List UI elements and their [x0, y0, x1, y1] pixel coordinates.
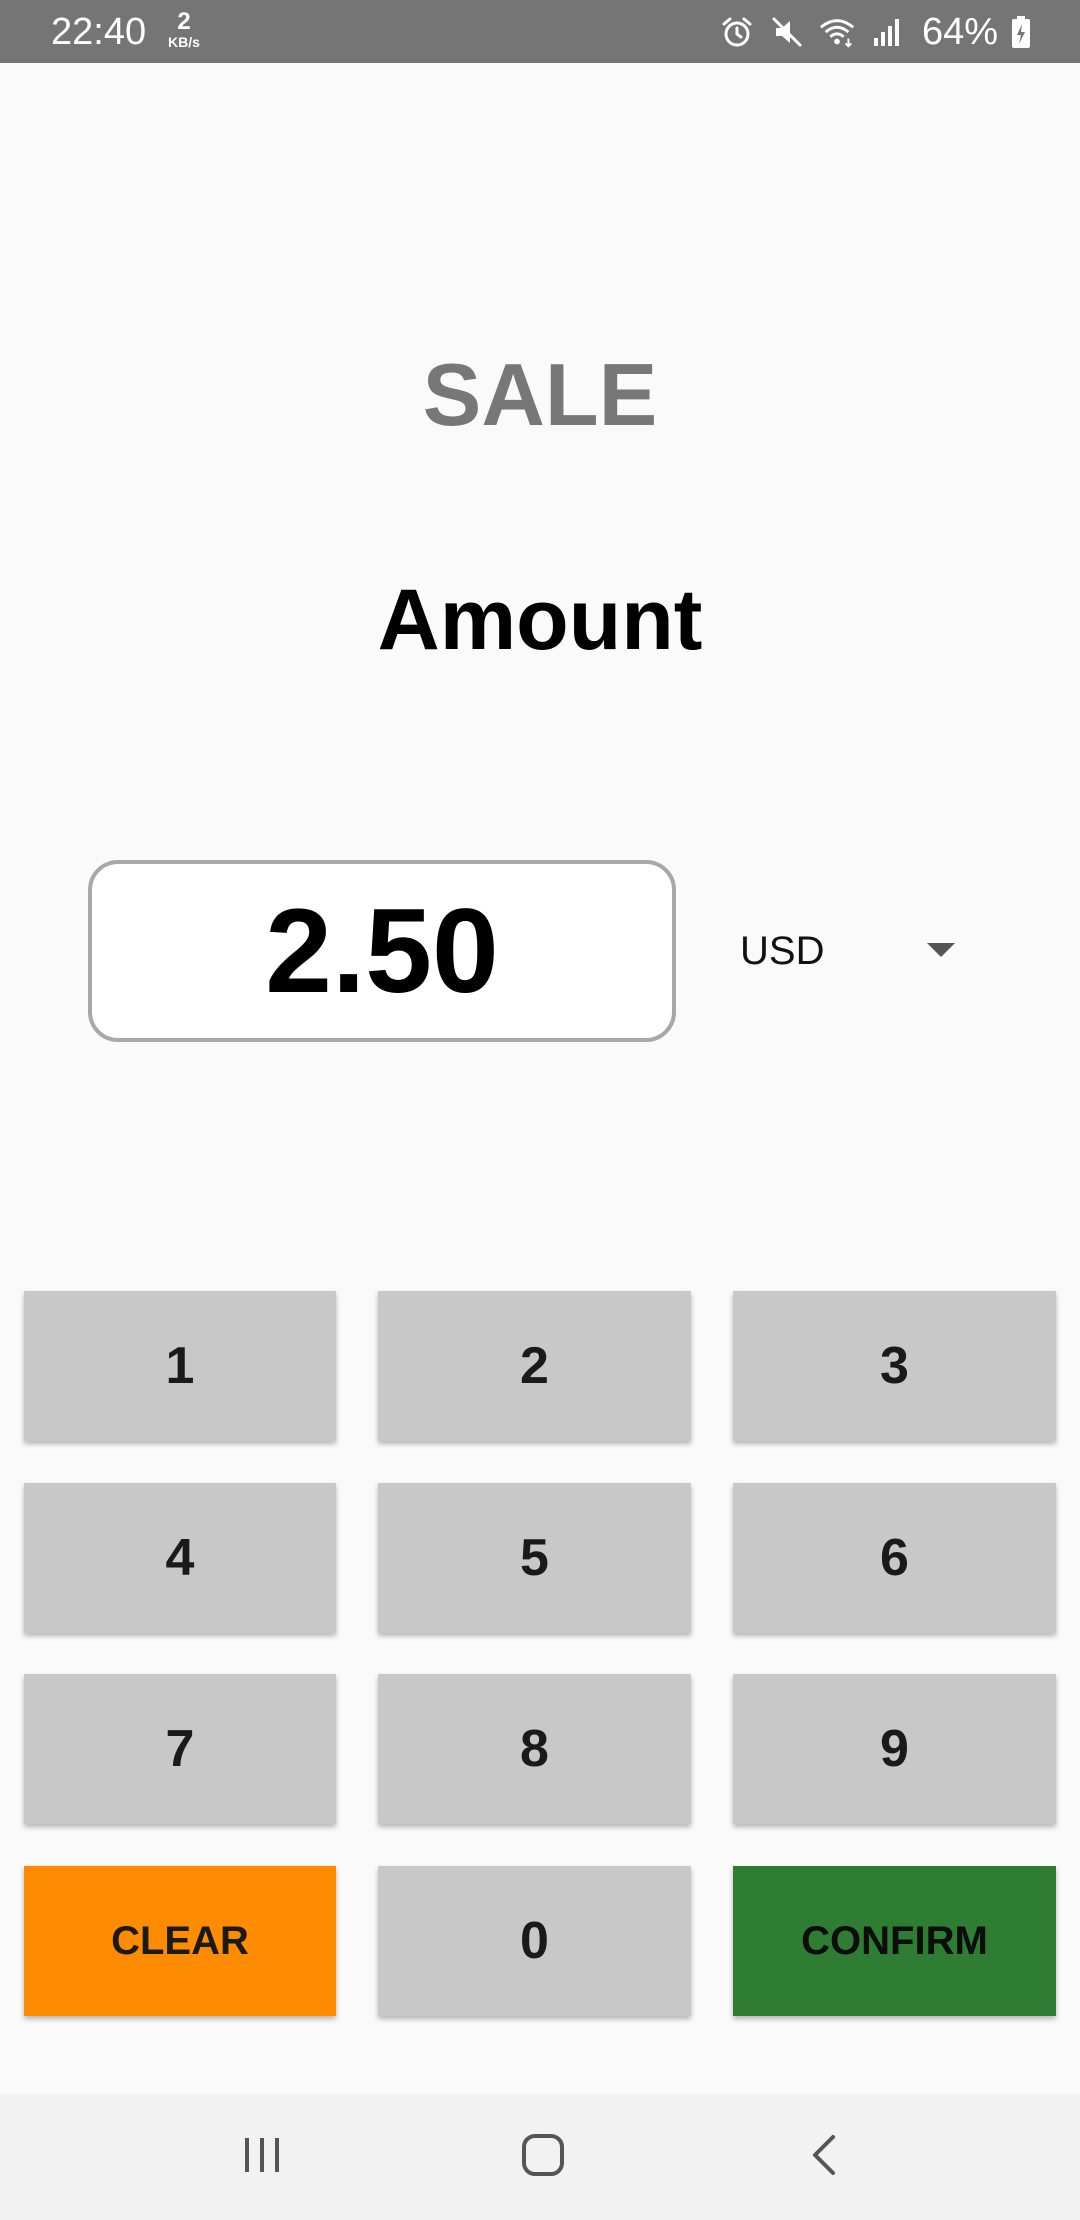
- back-button[interactable]: [784, 2122, 864, 2192]
- home-button[interactable]: [503, 2122, 583, 2192]
- network-speed-value: 2: [177, 8, 191, 35]
- status-bar: 22:40 2 KB/s 64%: [0, 0, 1080, 63]
- key-3[interactable]: 3: [733, 1291, 1056, 1441]
- key-0[interactable]: 0: [378, 1866, 691, 2016]
- signal-icon: [868, 13, 906, 51]
- key-8[interactable]: 8: [378, 1674, 691, 1824]
- amount-heading: Amount: [377, 572, 703, 668]
- key-9[interactable]: 9: [733, 1674, 1056, 1824]
- recent-apps-button[interactable]: [222, 2122, 302, 2192]
- clear-button[interactable]: CLEAR: [24, 1866, 336, 2016]
- amount-field[interactable]: 2.50: [88, 860, 676, 1042]
- key-2[interactable]: 2: [378, 1291, 691, 1441]
- key-6[interactable]: 6: [733, 1483, 1056, 1633]
- home-icon: [521, 2133, 565, 2182]
- key-7[interactable]: 7: [24, 1674, 336, 1824]
- key-4[interactable]: 4: [24, 1483, 336, 1633]
- status-time: 22:40: [51, 11, 147, 53]
- sale-screen: 22:40 2 KB/s 64% SALE Amount 2.50 USD 1 …: [0, 0, 1080, 2220]
- dropdown-arrow-icon: [927, 943, 955, 959]
- network-speed-unit: KB/s: [168, 34, 200, 50]
- navigation-bar: [0, 2094, 1080, 2220]
- mute-icon: [768, 13, 806, 51]
- alarm-icon: [718, 13, 756, 51]
- recent-apps-icon: [242, 2135, 282, 2180]
- page-title: SALE: [422, 345, 658, 444]
- status-icons: 64%: [718, 11, 1032, 53]
- currency-dropdown[interactable]: USD: [740, 912, 955, 990]
- key-1[interactable]: 1: [24, 1291, 336, 1441]
- key-5[interactable]: 5: [378, 1483, 691, 1633]
- battery-charging-icon: [1010, 13, 1032, 51]
- back-icon: [809, 2133, 839, 2182]
- battery-percent: 64%: [921, 11, 998, 53]
- wifi-icon: [818, 13, 856, 51]
- network-speed: 2 KB/s: [162, 8, 206, 50]
- confirm-button[interactable]: CONFIRM: [733, 1866, 1056, 2016]
- currency-label: USD: [740, 928, 825, 973]
